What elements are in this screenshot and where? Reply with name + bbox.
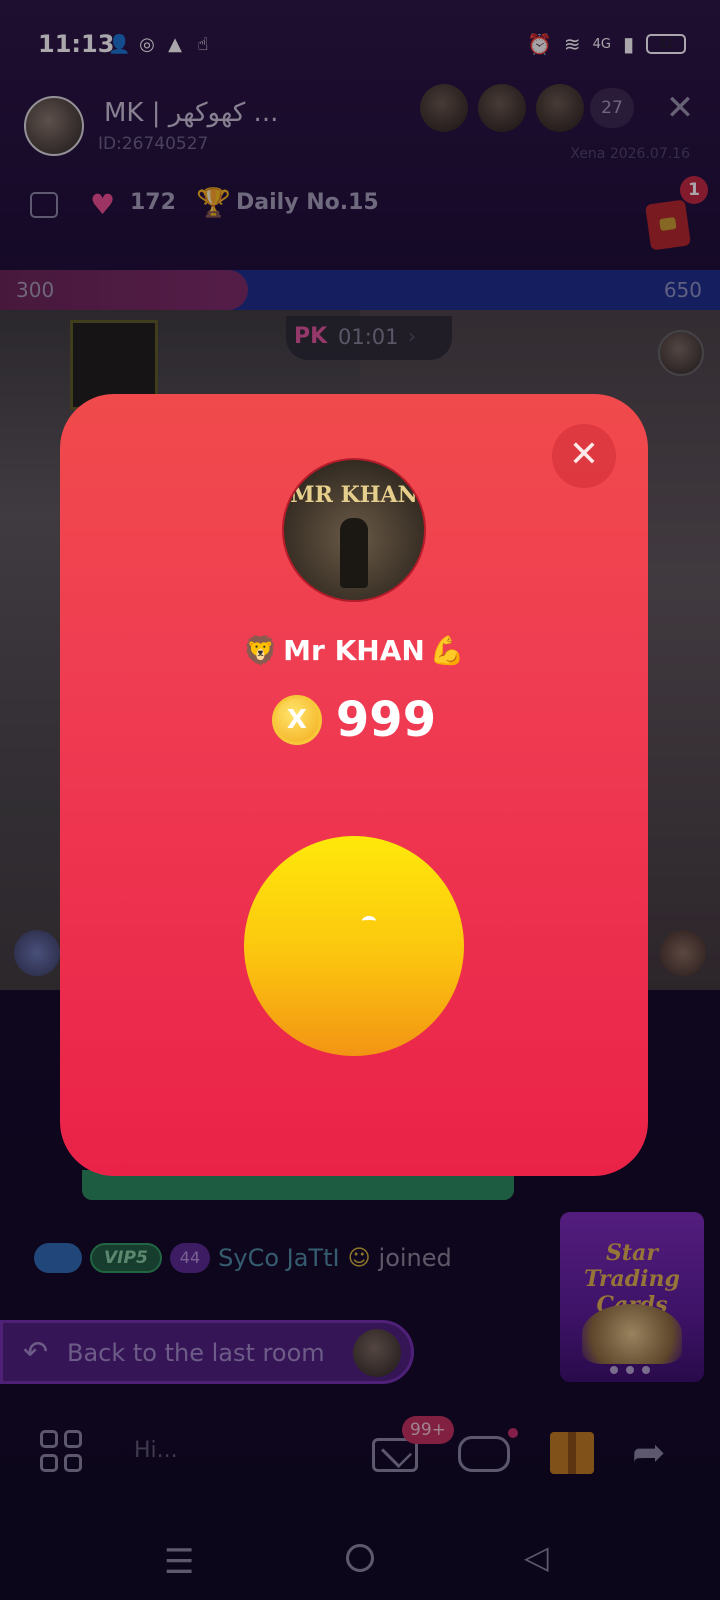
coin-icon: X: [271, 695, 322, 745]
red-packet-modal: ✕ MR KHAN 🦁 Mr KHAN 💪 X 999: [60, 394, 648, 1176]
avatar-figure: [340, 518, 368, 588]
sender-name-row: 🦁 Mr KHAN 💪: [60, 634, 648, 667]
sender-name: Mr KHAN: [283, 634, 425, 667]
close-icon[interactable]: ✕: [552, 424, 616, 488]
flexed-arm-icon: 💪: [429, 634, 465, 667]
sender-avatar: MR KHAN: [282, 458, 426, 602]
lion-icon: 🦁: [243, 634, 279, 667]
avatar-banner-text: MR KHAN: [290, 482, 418, 508]
coin-amount: 999: [335, 692, 437, 748]
amount-row: X 999: [60, 692, 648, 748]
loading-spinner-icon: [362, 916, 376, 926]
open-red-packet-button[interactable]: [244, 836, 464, 1056]
